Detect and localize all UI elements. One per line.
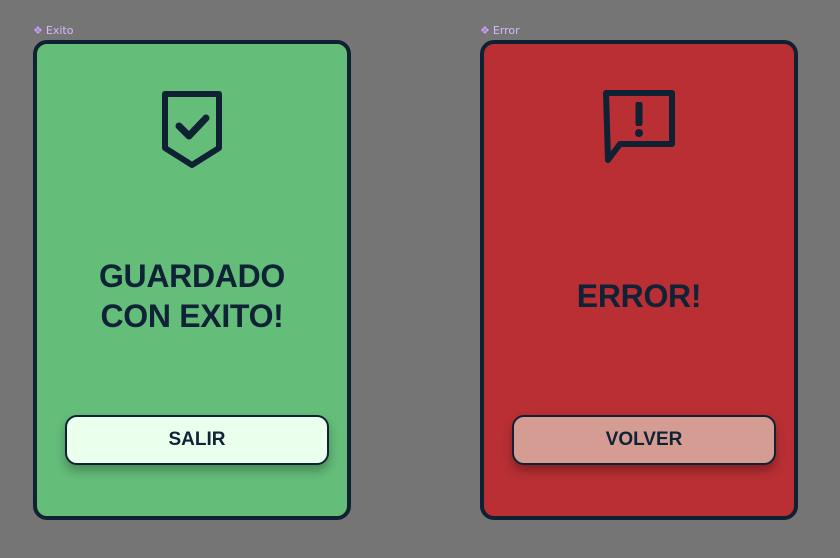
salir-button[interactable]: SALIR <box>65 415 329 465</box>
success-title-line-1: GUARDADO <box>98 258 286 294</box>
volver-button[interactable]: VOLVER <box>512 415 776 465</box>
frame-label-error[interactable]: ❖ Error <box>480 24 520 38</box>
success-card: GUARDADO CON EXITO! SALIR <box>33 40 351 520</box>
shield-check-icon <box>153 88 231 168</box>
success-title: GUARDADO CON EXITO! <box>37 256 347 336</box>
error-card: ERROR! VOLVER <box>480 40 798 520</box>
error-title: ERROR! <box>484 276 794 316</box>
alert-message-icon <box>600 88 678 168</box>
frame-label-exito[interactable]: ❖ Exito <box>33 24 73 38</box>
success-title-line-2: CON EXITO! <box>100 298 284 334</box>
frame-label-text: Exito <box>45 24 74 37</box>
component-icon: ❖ <box>33 24 43 37</box>
error-title-line-1: ERROR! <box>576 278 702 314</box>
component-icon: ❖ <box>480 24 490 37</box>
frame-label-text: Error <box>492 24 520 37</box>
